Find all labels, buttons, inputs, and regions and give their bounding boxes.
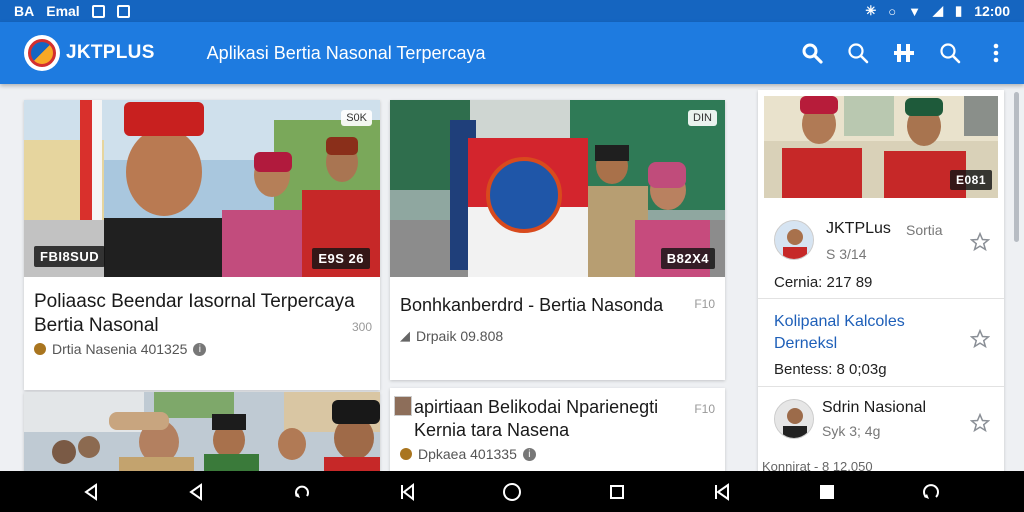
news-thumbnail [394, 396, 412, 416]
sidebar-item-date: S 3/14 [826, 246, 867, 262]
info-icon[interactable]: i [522, 447, 536, 461]
refresh-icon[interactable] [918, 479, 944, 505]
back-icon[interactable] [79, 479, 105, 505]
toolbar-actions [800, 41, 1008, 65]
status-email: Emal [46, 3, 80, 19]
notification-icon [91, 4, 105, 18]
back-icon[interactable] [184, 479, 210, 505]
more-vert-icon[interactable] [984, 41, 1008, 65]
image-icon [116, 4, 130, 18]
sidebar-item[interactable]: Sdrin Nasional Syk 3; 4g Konnirat - 8 12… [758, 386, 1004, 472]
nav-icon[interactable] [394, 479, 420, 505]
video-duration: E9S 26 [312, 248, 370, 269]
like-icon[interactable]: ◢ [400, 328, 410, 344]
bluetooth-icon: ✳ [865, 3, 877, 18]
sidebar-item-subtitle: Sortia [906, 222, 943, 238]
sidebar-item[interactable]: Kolipanal Kalcoles Derneksl Bentess: 8 0… [758, 298, 1004, 386]
signal-icon: ◢ [933, 3, 944, 18]
news-source: Drpaik 09.808 [416, 328, 504, 344]
status-bar: BA Emal ✳ ○ ▼ ◢ ▮ 12:00 [0, 0, 1024, 22]
news-card[interactable]: FBI8SUD E9S 26 S0K Poliaasc Beendar Iaso… [24, 100, 380, 390]
news-source: Drtia Nasenia 401325 [52, 341, 188, 357]
news-title[interactable]: apirtiaan Belikodai Nparienegti Kernia t… [414, 396, 694, 442]
news-meta: Dpkaea 401335 i [400, 446, 536, 462]
app-logo[interactable] [24, 35, 60, 71]
sidebar: E081 JKTPLus Sortia S 3/14 Cernia: 217 8… [758, 90, 1004, 472]
news-source: Dpkaea 401335 [418, 446, 517, 462]
news-card[interactable] [24, 392, 380, 472]
info-icon[interactable]: i [193, 342, 207, 356]
star-icon[interactable] [970, 329, 990, 349]
news-title[interactable]: Bonhkanberdrd - Bertia Nasonda [400, 293, 700, 317]
avatar [774, 399, 814, 439]
news-aside: F10 [694, 297, 715, 311]
sidebar-item-title: Sdrin Nasional [822, 399, 927, 416]
battery-icon: ▮ [955, 3, 963, 18]
news-title[interactable]: Poliaasc Beendar Iasornal Terpercaya Ber… [34, 290, 374, 338]
news-aside: F10 [694, 402, 715, 416]
sidebar-item-meta: Cernia: 217 89 [774, 274, 873, 291]
search-icon[interactable] [800, 41, 824, 65]
news-meta: ◢ Drpaik 09.808 [400, 328, 503, 344]
app-bar: JKTPLUS Aplikasi Bertia Nasonal Terperca… [0, 22, 1024, 84]
video-tag: FBI8SUD [34, 246, 106, 267]
news-meta: Drtia Nasenia 401325 i [34, 341, 207, 357]
hash-icon[interactable] [892, 41, 916, 65]
status-carrier: BA [14, 3, 35, 19]
star-icon[interactable] [970, 232, 990, 252]
news-photo [24, 392, 380, 472]
corner-label: DIN [688, 110, 717, 126]
sidebar-item[interactable]: JKTPLus Sortia S 3/14 Cernia: 217 89 [758, 206, 1004, 298]
status-time: 12:00 [974, 3, 1010, 19]
sidebar-item-meta: Bentess: 8 0;03g [774, 361, 887, 378]
search-icon[interactable] [938, 41, 962, 65]
photo-tag: E081 [949, 170, 992, 190]
sidebar-item-title[interactable]: Kolipanal Kalcoles Derneksl [774, 311, 944, 355]
app-subtitle: Aplikasi Bertia Nasonal Terpercaya [206, 42, 486, 63]
app-brand: JKTPLUS [66, 42, 155, 63]
news-card[interactable]: DIN B82X4 Bonhkanberdrd - Bertia Nasonda… [390, 100, 725, 380]
scrollbar[interactable] [1014, 92, 1019, 242]
alarm-icon: ○ [888, 3, 897, 19]
nav-icon[interactable] [709, 479, 735, 505]
wifi-icon: ▼ [908, 3, 922, 19]
navigation-bar [0, 471, 1024, 512]
recents-icon[interactable] [604, 479, 630, 505]
video-duration: B82X4 [660, 248, 715, 269]
source-icon [34, 343, 46, 355]
news-count: 300 [351, 320, 372, 334]
news-card[interactable]: apirtiaan Belikodai Nparienegti Kernia t… [390, 388, 725, 472]
square-icon[interactable] [814, 479, 840, 505]
source-icon [400, 448, 412, 460]
search-icon[interactable] [846, 41, 870, 65]
corner-label: S0K [341, 110, 372, 126]
sidebar-photo: E081 [764, 96, 998, 198]
undo-icon[interactable] [289, 479, 315, 505]
sidebar-item-subtitle: Syk 3; 4g [822, 423, 881, 439]
home-icon[interactable] [499, 479, 525, 505]
star-icon[interactable] [970, 413, 990, 433]
avatar [774, 220, 814, 260]
sidebar-item-title: JKTPLus [826, 220, 891, 237]
